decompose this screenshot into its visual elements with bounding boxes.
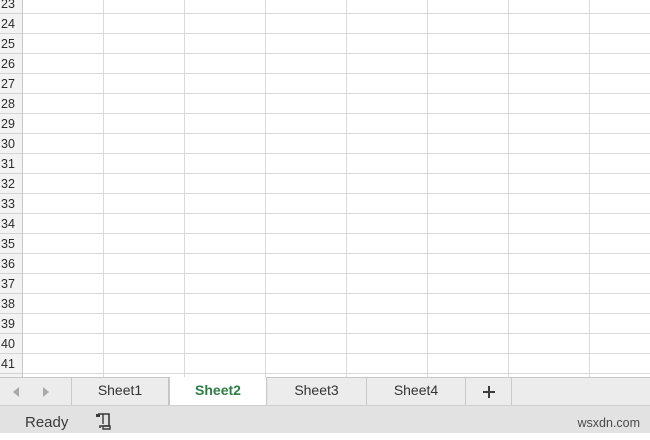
cell-row[interactable] (23, 154, 650, 174)
tab-sheet4[interactable]: Sheet4 (367, 378, 466, 405)
cell-row[interactable] (23, 0, 650, 14)
cell-row[interactable] (23, 114, 650, 134)
cell-row[interactable] (23, 194, 650, 214)
spreadsheet-grid[interactable]: 23 24 25 26 27 28 29 30 31 32 33 34 35 3… (0, 0, 650, 377)
cell-row[interactable] (23, 14, 650, 34)
sheet-tab-bar: Sheet1 Sheet2 Sheet3 Sheet4 (0, 377, 650, 406)
add-sheet-button[interactable] (466, 378, 512, 405)
column-gridline (265, 0, 266, 377)
row-headers: 23 24 25 26 27 28 29 30 31 32 33 34 35 3… (0, 0, 23, 377)
cell-row[interactable] (23, 254, 650, 274)
status-text: Ready (25, 414, 69, 431)
column-gridline (589, 0, 590, 377)
tab-sheet3[interactable]: Sheet3 (267, 378, 367, 405)
row-header[interactable]: 34 (0, 214, 22, 234)
column-gridline (103, 0, 104, 377)
row-header[interactable]: 32 (0, 174, 22, 194)
macro-record-icon[interactable] (94, 412, 114, 430)
cell-row[interactable] (23, 294, 650, 314)
cell-row[interactable] (23, 314, 650, 334)
row-header[interactable]: 33 (0, 194, 22, 214)
column-gridline (427, 0, 428, 377)
row-header[interactable]: 37 (0, 274, 22, 294)
chevron-right-icon (43, 387, 49, 397)
cell-row[interactable] (23, 74, 650, 94)
row-header[interactable]: 29 (0, 114, 22, 134)
column-gridline (346, 0, 347, 377)
chevron-left-icon (13, 387, 19, 397)
status-bar: Ready wsxdn.com (0, 405, 650, 433)
cell-row[interactable] (23, 54, 650, 74)
column-gridline (184, 0, 185, 377)
cell-row[interactable] (23, 94, 650, 114)
row-header[interactable]: 36 (0, 254, 22, 274)
cell-row[interactable] (23, 234, 650, 254)
cell-row[interactable] (23, 174, 650, 194)
column-gridline (508, 0, 509, 377)
plus-icon (482, 385, 495, 398)
row-header[interactable]: 28 (0, 94, 22, 114)
row-header[interactable]: 40 (0, 334, 22, 354)
cell-row[interactable] (23, 134, 650, 154)
cell-row[interactable] (23, 334, 650, 354)
row-header[interactable]: 35 (0, 234, 22, 254)
cell-row[interactable] (23, 214, 650, 234)
row-header[interactable]: 38 (0, 294, 22, 314)
row-header[interactable]: 25 (0, 34, 22, 54)
row-header[interactable]: 39 (0, 314, 22, 334)
cell-row[interactable] (23, 34, 650, 54)
cell-area[interactable] (23, 0, 650, 377)
cell-row[interactable] (23, 274, 650, 294)
row-header[interactable]: 30 (0, 134, 22, 154)
row-header[interactable]: 27 (0, 74, 22, 94)
prev-sheet-button[interactable] (8, 384, 24, 400)
row-header[interactable]: 31 (0, 154, 22, 174)
next-sheet-button[interactable] (38, 384, 54, 400)
watermark-text: wsxdn.com (577, 416, 640, 430)
tab-sheet2[interactable]: Sheet2 (169, 377, 267, 406)
row-header[interactable]: 26 (0, 54, 22, 74)
row-header[interactable]: 24 (0, 14, 22, 34)
row-header[interactable]: 41 (0, 354, 22, 374)
tab-sheet1[interactable]: Sheet1 (72, 378, 169, 405)
cell-row[interactable] (23, 354, 650, 374)
row-header[interactable]: 23 (0, 0, 22, 14)
